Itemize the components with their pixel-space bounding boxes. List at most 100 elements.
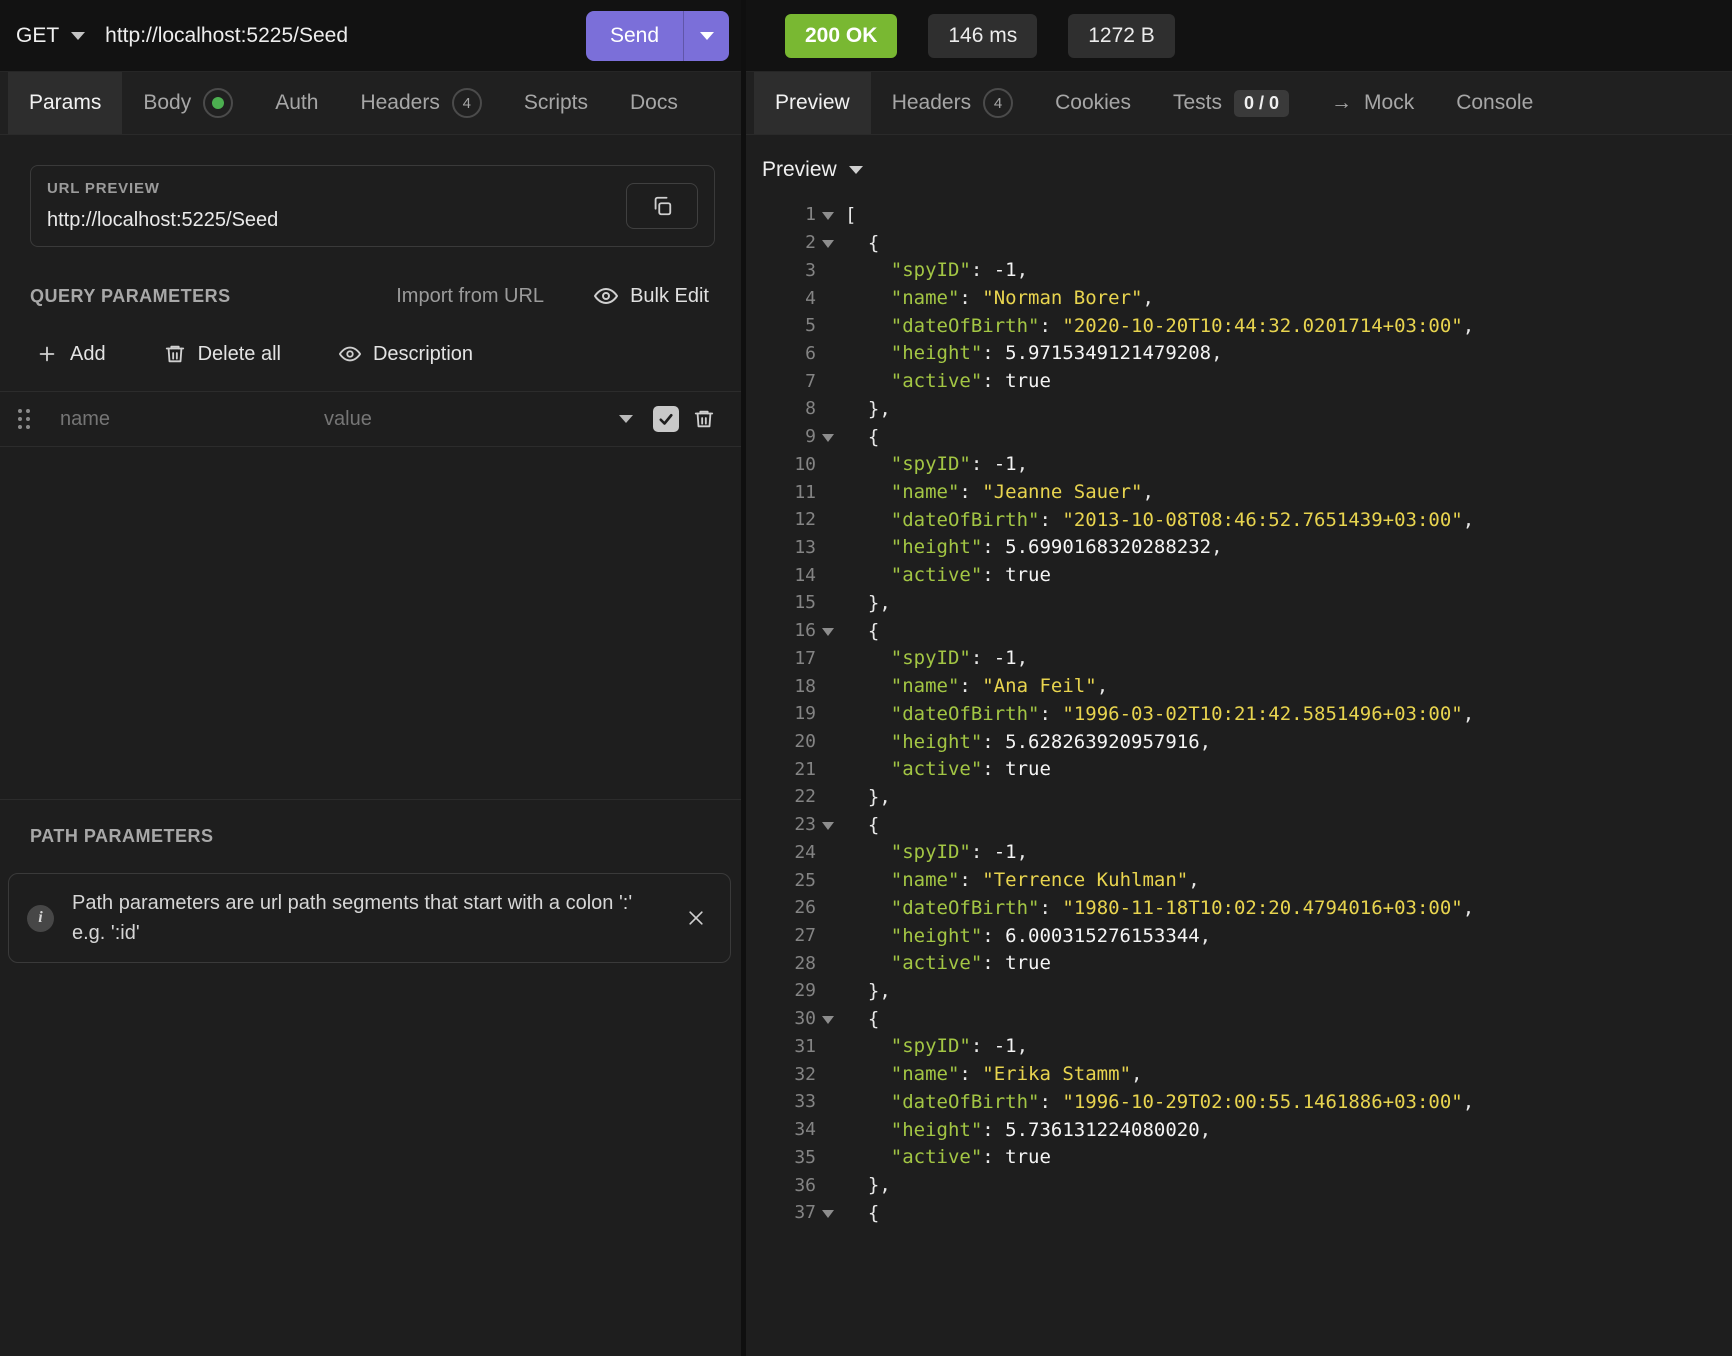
chevron-down-icon bbox=[822, 822, 834, 830]
code-line: 35 "active": true bbox=[754, 1143, 1732, 1171]
json-token: -1 bbox=[994, 841, 1017, 863]
json-token: , bbox=[1017, 647, 1028, 669]
chevron-down-icon bbox=[822, 434, 834, 442]
json-token bbox=[845, 897, 891, 919]
line-number: 13 bbox=[754, 537, 816, 558]
fold-toggle-icon[interactable] bbox=[816, 626, 840, 636]
json-token: "2020-10-20T10:44:32.0201714+03:00" bbox=[1062, 315, 1462, 337]
json-token bbox=[845, 287, 891, 309]
json-token: : bbox=[982, 342, 1005, 364]
code-text: { bbox=[840, 232, 879, 254]
code-line: 1[ bbox=[754, 201, 1732, 229]
code-text: { bbox=[840, 426, 879, 448]
json-token: "dateOfBirth" bbox=[891, 1091, 1040, 1113]
fold-toggle-icon[interactable] bbox=[816, 1208, 840, 1218]
import-from-url-button[interactable]: Import from URL bbox=[390, 284, 550, 309]
tab-cookies[interactable]: Cookies bbox=[1034, 72, 1152, 134]
line-number: 17 bbox=[754, 648, 816, 669]
json-token: : bbox=[959, 1063, 982, 1085]
bulk-edit-button[interactable]: Bulk Edit bbox=[588, 283, 715, 309]
json-token: , bbox=[1017, 453, 1028, 475]
param-value-input[interactable] bbox=[322, 407, 599, 432]
fold-toggle-icon[interactable] bbox=[816, 820, 840, 830]
line-number: 24 bbox=[754, 842, 816, 863]
tab-auth[interactable]: Auth bbox=[254, 72, 339, 134]
json-token: , bbox=[1017, 1035, 1028, 1057]
description-toggle-button[interactable]: Description bbox=[333, 342, 479, 367]
line-number: 3 bbox=[754, 260, 816, 281]
code-text: }, bbox=[840, 398, 891, 420]
code-line: 34 "height": 5.736131224080020, bbox=[754, 1116, 1732, 1144]
json-token: "height" bbox=[891, 1119, 983, 1141]
code-line: 25 "name": "Terrence Kuhlman", bbox=[754, 866, 1732, 894]
request-topbar: GET http://localhost:5225/Seed Send bbox=[0, 0, 741, 72]
code-line: 12 "dateOfBirth": "2013-10-08T08:46:52.7… bbox=[754, 506, 1732, 534]
tab-preview[interactable]: Preview bbox=[754, 72, 871, 134]
delete-param-button[interactable] bbox=[693, 408, 715, 430]
method-dropdown[interactable]: GET bbox=[16, 24, 85, 48]
tab-tests[interactable]: Tests 0 / 0 bbox=[1152, 72, 1310, 134]
code-text: "spyID": -1, bbox=[840, 647, 1028, 669]
json-token: { bbox=[845, 1202, 879, 1224]
copy-url-button[interactable] bbox=[626, 183, 698, 229]
fold-toggle-icon[interactable] bbox=[816, 1014, 840, 1024]
tab-console[interactable]: Console bbox=[1435, 72, 1554, 134]
path-parameters-info-text: Path parameters are url path segments th… bbox=[72, 888, 662, 948]
code-line: 37 { bbox=[754, 1199, 1732, 1227]
json-token: : bbox=[1039, 509, 1062, 531]
param-options-dropdown[interactable] bbox=[613, 414, 639, 424]
tab-headers[interactable]: Headers 4 bbox=[339, 72, 502, 134]
json-token bbox=[845, 758, 891, 780]
code-text: { bbox=[840, 1008, 879, 1030]
tab-mock[interactable]: → Mock bbox=[1310, 72, 1435, 134]
chevron-down-icon bbox=[71, 32, 85, 40]
query-parameters-header-actions: Import from URL Bulk Edit bbox=[390, 283, 715, 309]
line-number: 10 bbox=[754, 454, 816, 475]
url-input[interactable]: http://localhost:5225/Seed bbox=[105, 24, 586, 48]
send-button[interactable]: Send bbox=[586, 11, 683, 61]
tab-label: Docs bbox=[630, 91, 678, 115]
json-token: "dateOfBirth" bbox=[891, 315, 1040, 337]
dismiss-info-button[interactable] bbox=[680, 908, 712, 928]
json-token: : bbox=[971, 647, 994, 669]
query-parameters-actions: Add Delete all Description bbox=[30, 339, 715, 369]
code-line: 13 "height": 5.6990168320288232, bbox=[754, 534, 1732, 562]
tab-label: Cookies bbox=[1055, 91, 1131, 115]
tab-body[interactable]: Body bbox=[122, 72, 254, 134]
send-options-button[interactable] bbox=[683, 11, 729, 61]
send-button-group: Send bbox=[586, 11, 729, 61]
add-parameter-button[interactable]: Add bbox=[30, 342, 112, 367]
fold-toggle-icon[interactable] bbox=[816, 210, 840, 220]
code-line: 18 "name": "Ana Feil", bbox=[754, 672, 1732, 700]
json-token bbox=[845, 1091, 891, 1113]
tab-docs[interactable]: Docs bbox=[609, 72, 699, 134]
param-enabled-checkbox[interactable] bbox=[653, 406, 679, 432]
line-number: 8 bbox=[754, 398, 816, 419]
json-token: "active" bbox=[891, 1146, 983, 1168]
delete-all-button[interactable]: Delete all bbox=[158, 342, 287, 367]
tab-label: Preview bbox=[775, 91, 850, 115]
json-token: , bbox=[1131, 1063, 1142, 1085]
fold-toggle-icon[interactable] bbox=[816, 432, 840, 442]
code-text: "dateOfBirth": "1980-11-18T10:02:20.4794… bbox=[840, 897, 1474, 919]
json-token: , bbox=[1211, 536, 1222, 558]
fold-toggle-icon[interactable] bbox=[816, 238, 840, 248]
green-dot-icon bbox=[212, 97, 224, 109]
tab-params[interactable]: Params bbox=[8, 72, 122, 134]
code-line: 16 { bbox=[754, 617, 1732, 645]
json-token: "height" bbox=[891, 342, 983, 364]
bulk-edit-label: Bulk Edit bbox=[630, 285, 709, 308]
code-text: }, bbox=[840, 592, 891, 614]
json-token: : bbox=[971, 259, 994, 281]
json-token bbox=[845, 564, 891, 586]
tab-response-headers[interactable]: Headers 4 bbox=[871, 72, 1034, 134]
request-tabs: Params Body Auth Headers 4 Scripts Docs bbox=[0, 72, 741, 135]
tab-label: Headers bbox=[892, 91, 971, 115]
param-name-input[interactable] bbox=[58, 407, 308, 432]
tab-scripts[interactable]: Scripts bbox=[503, 72, 609, 134]
close-icon bbox=[686, 908, 706, 928]
preview-mode-dropdown[interactable]: Preview bbox=[756, 149, 869, 191]
drag-handle-icon[interactable] bbox=[18, 409, 30, 429]
json-token: : bbox=[1039, 703, 1062, 725]
json-token bbox=[845, 675, 891, 697]
